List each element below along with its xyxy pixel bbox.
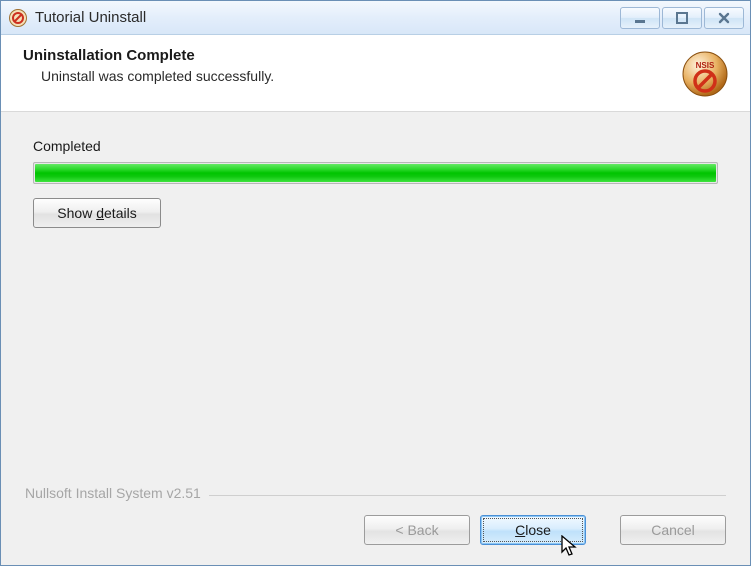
- nav-buttons: < Back Close Cancel: [25, 515, 726, 545]
- branding-text: Nullsoft Install System v2.51: [25, 485, 209, 501]
- footer: Nullsoft Install System v2.51 < Back Clo…: [1, 485, 750, 565]
- progress-bar: [33, 162, 718, 184]
- minimize-button[interactable]: [620, 7, 660, 29]
- page-title: Uninstallation Complete: [23, 47, 682, 64]
- nsis-badge-icon: NSIS: [682, 51, 728, 97]
- app-icon: [9, 9, 27, 27]
- back-button: < Back: [364, 515, 470, 545]
- divider: [209, 495, 726, 496]
- window-title: Tutorial Uninstall: [35, 9, 612, 26]
- show-details-button[interactable]: Show details: [33, 198, 161, 228]
- svg-text:NSIS: NSIS: [696, 61, 715, 70]
- page-subtitle: Uninstall was completed successfully.: [23, 68, 682, 84]
- status-label: Completed: [33, 138, 718, 154]
- progress-fill: [35, 164, 716, 182]
- window-controls: [620, 7, 744, 29]
- titlebar[interactable]: Tutorial Uninstall: [1, 1, 750, 35]
- close-window-button[interactable]: [704, 7, 744, 29]
- close-button[interactable]: Close: [480, 515, 586, 545]
- page-header: Uninstallation Complete Uninstall was co…: [1, 35, 750, 112]
- uninstall-window: Tutorial Uninstall Uninstallation Comple…: [0, 0, 751, 566]
- content-area: Completed Show details: [1, 112, 750, 485]
- maximize-button[interactable]: [662, 7, 702, 29]
- cancel-button: Cancel: [620, 515, 726, 545]
